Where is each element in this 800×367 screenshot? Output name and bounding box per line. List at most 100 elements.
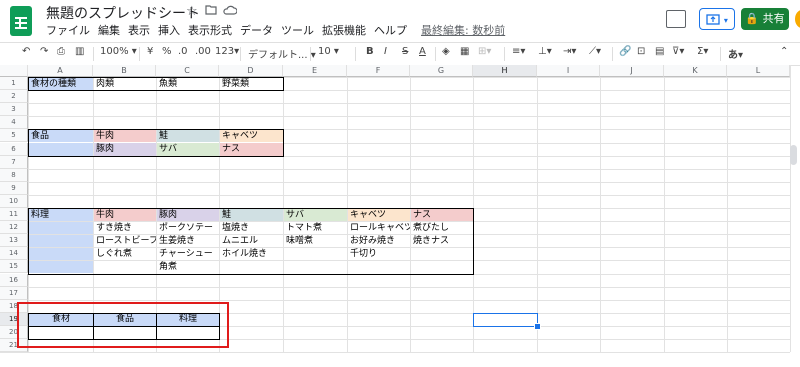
cell-c5[interactable]: 鮭: [157, 129, 219, 143]
column-header-d[interactable]: D: [219, 65, 283, 77]
cell-c14[interactable]: チャーシュー: [157, 248, 219, 261]
column-header-k[interactable]: K: [664, 65, 727, 77]
cell-a5[interactable]: 食品: [29, 129, 93, 143]
cell-f14[interactable]: 千切り: [348, 248, 410, 261]
zoom-select[interactable]: 100% ▾: [100, 46, 137, 57]
avatar[interactable]: [795, 10, 800, 28]
column-header-i[interactable]: I: [537, 65, 600, 77]
horizontal-align-icon[interactable]: ≡▾: [512, 46, 525, 57]
document-title[interactable]: 無題のスプレッドシート: [46, 3, 200, 23]
cell-f13[interactable]: お好み焼き: [348, 235, 410, 248]
cell-a11[interactable]: 料理: [29, 208, 93, 222]
paint-format-icon[interactable]: ▥: [75, 46, 84, 57]
menu-file[interactable]: ファイル: [46, 22, 90, 38]
cell-c1[interactable]: 魚類: [157, 78, 219, 91]
cell-g13[interactable]: 焼きナス: [411, 235, 473, 248]
cell-b11[interactable]: 牛肉: [94, 208, 156, 222]
sheets-logo-icon[interactable]: [10, 6, 32, 36]
menu-extensions[interactable]: 拡張機能: [322, 22, 366, 38]
cell-e13[interactable]: 味噌煮: [284, 235, 347, 248]
share-button[interactable]: 🔒 共有: [741, 8, 789, 30]
filter-icon[interactable]: ⊽▾: [672, 46, 684, 57]
menu-tools[interactable]: ツール: [281, 22, 314, 38]
functions-icon[interactable]: Σ▾: [697, 46, 708, 57]
cell-a12[interactable]: [29, 221, 93, 235]
menu-view[interactable]: 表示: [128, 22, 150, 38]
column-header-c[interactable]: C: [156, 65, 219, 77]
insert-link-icon[interactable]: 🔗: [619, 46, 631, 57]
row-header-14[interactable]: 14: [0, 247, 28, 261]
move-to-folder-icon[interactable]: [205, 4, 217, 19]
column-header-f[interactable]: F: [347, 65, 410, 77]
menu-help[interactable]: ヘルプ: [374, 22, 407, 38]
cell-d12[interactable]: 塩焼き: [220, 222, 283, 235]
menu-data[interactable]: データ: [240, 22, 273, 38]
fill-color-icon[interactable]: ◈: [442, 46, 450, 57]
column-header-h[interactable]: H: [473, 65, 537, 77]
row-header-2[interactable]: 2: [0, 90, 28, 104]
collapse-toolbar-icon[interactable]: ⌃: [780, 46, 788, 57]
strikethrough-button[interactable]: S: [402, 46, 408, 57]
row-header-8[interactable]: 8: [0, 168, 28, 182]
currency-button[interactable]: ¥: [147, 46, 153, 57]
cell-b13[interactable]: ローストビーフ: [94, 235, 156, 248]
row-header-1[interactable]: 1: [0, 77, 28, 91]
font-select[interactable]: デフォルト... ▾: [248, 46, 316, 61]
redo-icon[interactable]: ↷: [40, 46, 48, 57]
column-header-e[interactable]: E: [283, 65, 347, 77]
column-header-j[interactable]: J: [600, 65, 664, 77]
cell-c11[interactable]: 豚肉: [157, 208, 219, 222]
column-header-l[interactable]: L: [727, 65, 790, 77]
vertical-scrollbar-thumb[interactable]: [790, 145, 797, 165]
cell-d6[interactable]: ナス: [220, 143, 283, 156]
text-wrap-icon[interactable]: ⇥▾: [563, 46, 576, 57]
cell-g12[interactable]: 煮びたし: [411, 222, 473, 235]
merge-cells-icon[interactable]: ⊞▾: [478, 46, 491, 57]
text-color-button[interactable]: A: [419, 46, 426, 57]
cell-b1[interactable]: 肉類: [94, 78, 156, 91]
text-rotation-icon[interactable]: ⟋▾: [589, 46, 601, 57]
print-icon[interactable]: ⎙: [57, 46, 65, 57]
row-header-16[interactable]: 16: [0, 273, 28, 287]
cell-a14[interactable]: [29, 247, 93, 261]
cell-b14[interactable]: しぐれ煮: [94, 248, 156, 261]
comment-history-icon[interactable]: [666, 10, 686, 28]
cell-c12[interactable]: ポークソテー: [157, 222, 219, 235]
cloud-status-icon[interactable]: [223, 4, 238, 19]
menu-edit[interactable]: 編集: [98, 22, 120, 38]
italic-button[interactable]: I: [384, 46, 387, 57]
borders-icon[interactable]: ▦: [460, 46, 469, 57]
row-header-15[interactable]: 15: [0, 260, 28, 274]
cell-d13[interactable]: ムニエル: [220, 235, 283, 248]
input-tools-button[interactable]: あ▾: [728, 46, 743, 61]
cell-d11[interactable]: 鮭: [220, 208, 283, 222]
star-icon[interactable]: ☆: [186, 4, 198, 19]
cell-a6[interactable]: [29, 143, 93, 156]
column-header-b[interactable]: B: [93, 65, 156, 77]
row-header-11[interactable]: 11: [0, 208, 28, 222]
cell-b5[interactable]: 牛肉: [94, 129, 156, 143]
cell-e12[interactable]: トマト煮: [284, 222, 347, 235]
cell-d1[interactable]: 野菜類: [220, 78, 283, 91]
font-size-select[interactable]: 10 ▾: [318, 46, 339, 57]
cell-e11[interactable]: サバ: [284, 208, 347, 222]
row-header-5[interactable]: 5: [0, 129, 28, 143]
row-header-10[interactable]: 10: [0, 194, 28, 208]
cell-c15[interactable]: 角煮: [157, 261, 219, 274]
more-formats-select[interactable]: 123▾: [215, 46, 239, 57]
row-header-12[interactable]: 12: [0, 221, 28, 235]
bold-button[interactable]: B: [366, 46, 374, 57]
last-edit-link[interactable]: 最終編集: 数秒前: [421, 22, 505, 38]
row-header-13[interactable]: 13: [0, 234, 28, 248]
cell-d5[interactable]: キャベツ: [220, 129, 283, 143]
cell-a1[interactable]: 食材の種類: [29, 77, 93, 91]
row-header-17[interactable]: 17: [0, 286, 28, 300]
row-header-3[interactable]: 3: [0, 103, 28, 117]
cell-g11[interactable]: ナス: [411, 208, 473, 222]
cell-c13[interactable]: 生姜焼き: [157, 235, 219, 248]
column-header-a[interactable]: A: [28, 65, 93, 77]
increase-decimal-button[interactable]: .00: [195, 46, 211, 57]
cell-b6[interactable]: 豚肉: [94, 143, 156, 156]
column-header-g[interactable]: G: [410, 65, 473, 77]
vertical-align-icon[interactable]: ⊥▾: [538, 46, 552, 57]
